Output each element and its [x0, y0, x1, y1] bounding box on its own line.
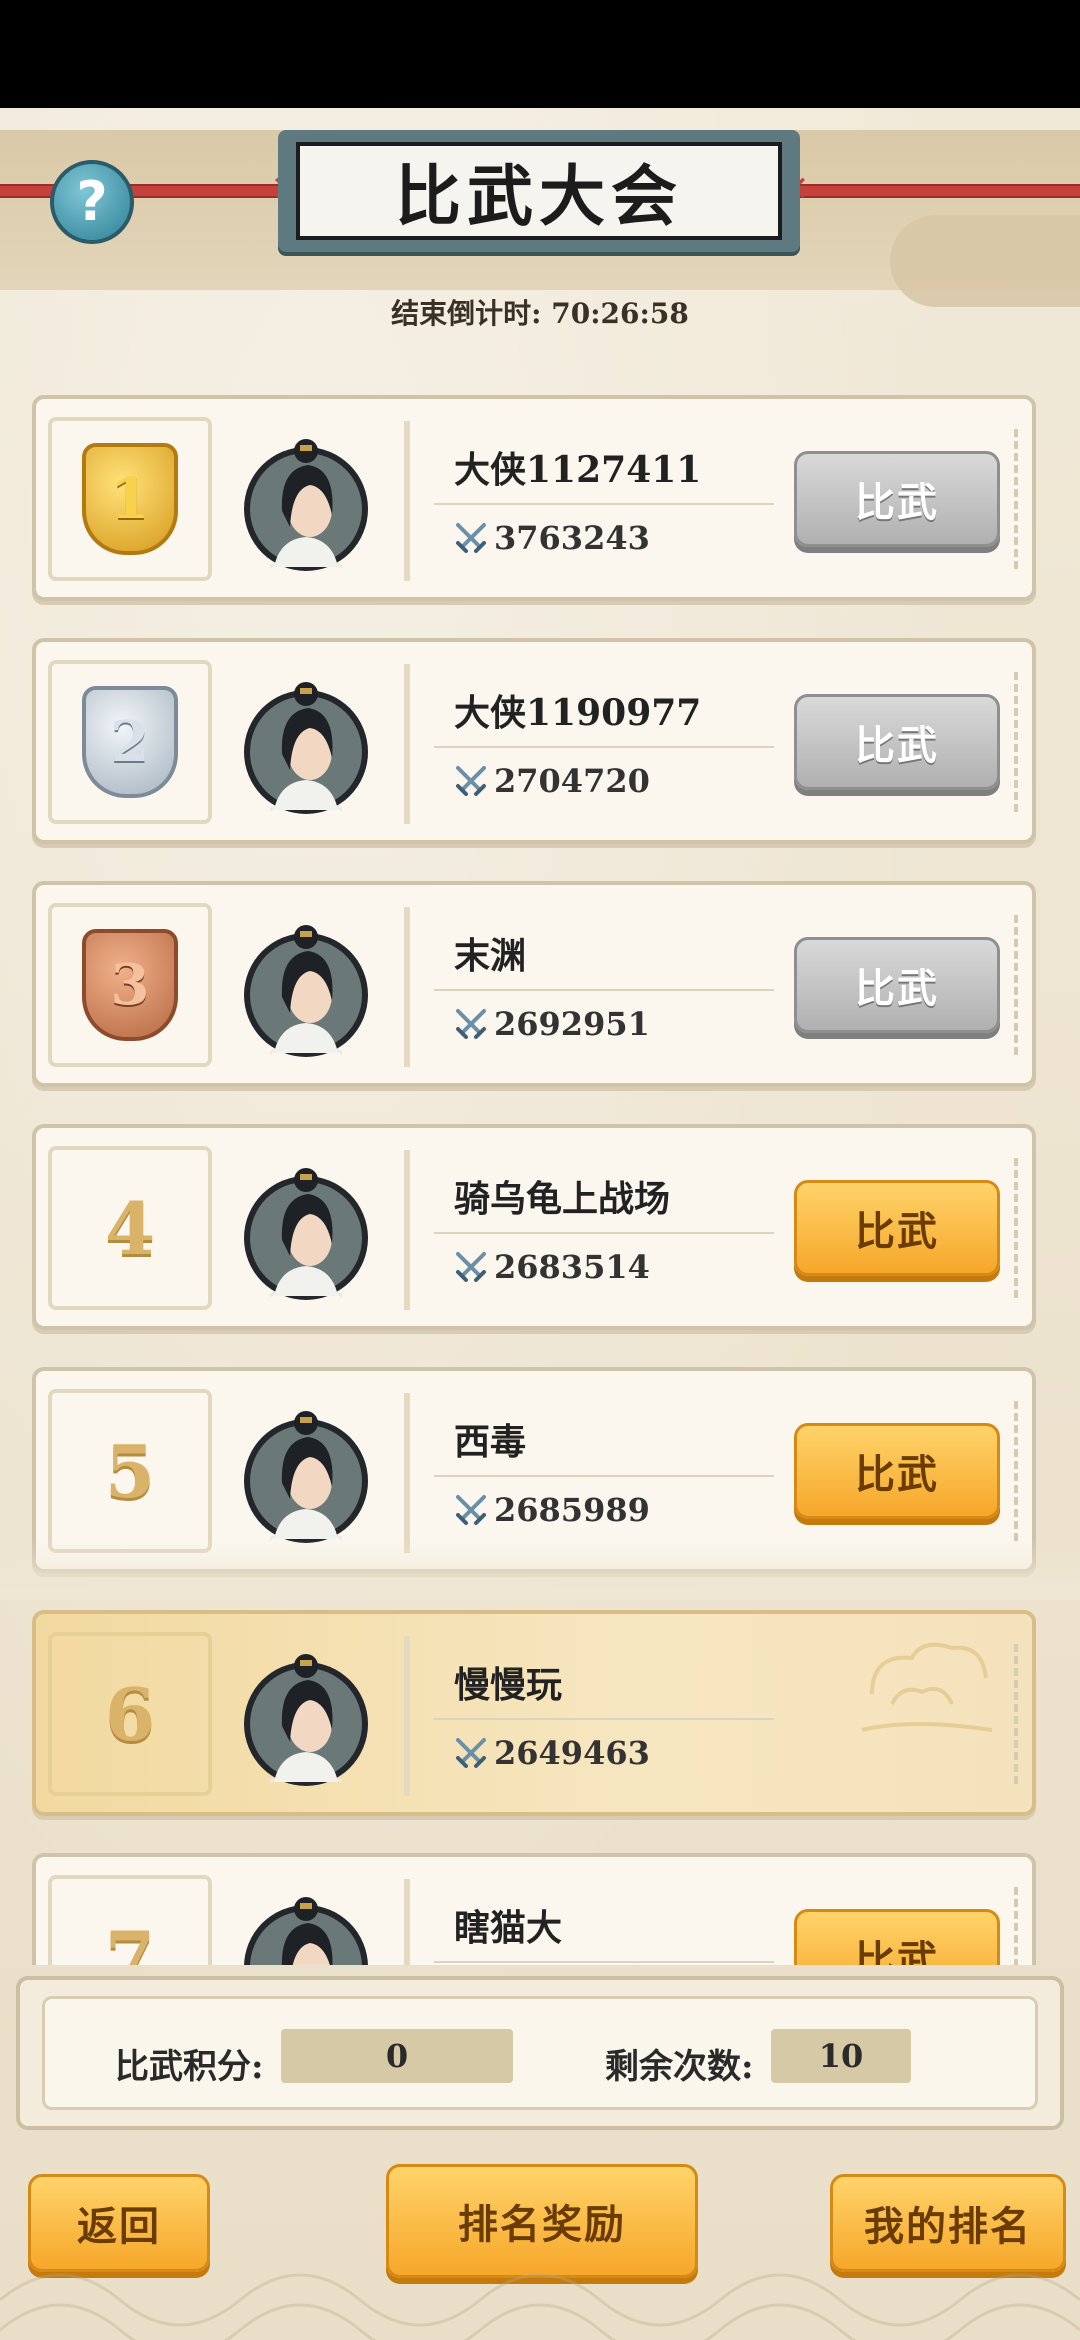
crossed-swords-icon	[454, 1250, 488, 1284]
rank-box: 6	[48, 1632, 212, 1796]
combat-power: 2649463	[454, 1734, 650, 1772]
question-mark-icon: ?	[76, 170, 108, 233]
rank-box: 5	[48, 1389, 212, 1553]
player-name: 大侠1190977	[454, 692, 702, 734]
ranking-card: 1 大侠1127411 3763243 比武	[32, 395, 1036, 601]
player-name: 大侠1127411	[454, 449, 702, 491]
rank-box: 7	[48, 1875, 212, 1965]
countdown-value: 70:26:58	[551, 297, 689, 330]
combat-power-value: 2649463	[494, 1734, 650, 1772]
divider	[404, 1879, 410, 1965]
avatar[interactable]	[240, 429, 372, 579]
rank-number: 6	[104, 1671, 156, 1757]
rank-box: 1	[48, 417, 212, 581]
combat-power-value: 2692951	[494, 1005, 650, 1043]
avatar[interactable]	[240, 915, 372, 1065]
combat-power: 3763243	[454, 519, 650, 557]
bronze-medal-icon: 3	[82, 929, 178, 1041]
player-name: 末渊	[454, 935, 527, 977]
rank-box: 2	[48, 660, 212, 824]
rank-box: 4	[48, 1146, 212, 1310]
divider	[434, 1475, 774, 1477]
divider	[404, 1636, 410, 1796]
challenge-button[interactable]: 比武	[794, 1909, 1000, 1965]
combat-power-value: 2704720	[494, 762, 650, 800]
player-name: 瞎猫大	[454, 1907, 563, 1949]
combat-power-value: 2685989	[494, 1491, 650, 1529]
avatar[interactable]	[240, 672, 372, 822]
remaining-label: 剩余次数:	[605, 2047, 754, 2087]
ranking-card: 7 瞎猫大 比武	[32, 1853, 1036, 1965]
avatar[interactable]	[240, 1644, 372, 1794]
crossed-swords-icon	[454, 1007, 488, 1041]
cloud-pattern-decoration	[861, 1642, 993, 1732]
divider	[404, 1150, 410, 1310]
crossed-swords-icon	[454, 521, 488, 555]
rank-number: 5	[104, 1428, 156, 1514]
divider	[434, 1232, 774, 1234]
challenge-button[interactable]: 比武	[794, 1423, 1000, 1519]
challenge-button[interactable]: 比武	[794, 937, 1000, 1033]
player-name: 西毒	[454, 1421, 527, 1463]
combat-power: 2692951	[454, 1005, 650, 1043]
score-value: 0	[281, 2029, 513, 2083]
crossed-swords-icon	[454, 1736, 488, 1770]
combat-power-value: 2683514	[494, 1248, 650, 1286]
help-button[interactable]: ?	[50, 160, 134, 244]
wave-pattern-decoration	[0, 2273, 1080, 2340]
rank-number: 3	[110, 952, 150, 1018]
challenge-button[interactable]: 比武	[794, 451, 1000, 547]
rank-number: 7	[104, 1914, 156, 1966]
avatar[interactable]	[240, 1401, 372, 1551]
remaining-value: 10	[771, 2029, 911, 2083]
divider	[434, 503, 774, 505]
divider	[404, 421, 410, 581]
combat-power: 2683514	[454, 1248, 650, 1286]
title-plaque: 比武大会	[278, 130, 800, 252]
player-name: 慢慢玩	[454, 1664, 563, 1706]
rank-number: 2	[110, 709, 150, 775]
rank-number: 4	[104, 1185, 156, 1271]
rank-box: 3	[48, 903, 212, 1067]
silver-medal-icon: 2	[82, 686, 178, 798]
avatar[interactable]	[240, 1887, 372, 1965]
divider	[434, 989, 774, 991]
ranking-card: 3 末渊 2692951 比武	[32, 881, 1036, 1087]
ranking-card: 6 慢慢玩 2649463	[32, 1610, 1036, 1816]
status-bar	[0, 0, 1080, 108]
divider	[434, 1718, 774, 1720]
page-title: 比武大会	[395, 157, 683, 235]
divider	[404, 664, 410, 824]
countdown-label: 结束倒计时:	[391, 297, 542, 330]
ranking-card: 2 大侠1190977 2704720 比武	[32, 638, 1036, 844]
crossed-swords-icon	[454, 1493, 488, 1527]
divider	[434, 746, 774, 748]
crossed-swords-icon	[454, 764, 488, 798]
avatar[interactable]	[240, 1158, 372, 1308]
divider	[404, 907, 410, 1067]
score-label: 比武积分:	[115, 2047, 264, 2087]
combat-power: 2704720	[454, 762, 650, 800]
divider	[434, 1961, 774, 1963]
ranking-list[interactable]: 1 大侠1127411 3763243 比武 2 大侠1190977 27047…	[32, 395, 1042, 1965]
list-fade	[0, 1540, 1080, 1600]
combat-power: 2685989	[454, 1491, 650, 1529]
challenge-button[interactable]: 比武	[794, 1180, 1000, 1276]
ranking-card: 4 骑乌龟上战场 2683514 比武	[32, 1124, 1036, 1330]
divider	[404, 1393, 410, 1553]
combat-power-value: 3763243	[494, 519, 650, 557]
stats-panel: 比武积分: 0 剩余次数: 10	[16, 1976, 1064, 2130]
rank-number: 1	[110, 466, 150, 532]
challenge-button[interactable]: 比武	[794, 694, 1000, 790]
player-name: 骑乌龟上战场	[454, 1178, 671, 1220]
gold-medal-icon: 1	[82, 443, 178, 555]
countdown: 结束倒计时: 70:26:58	[0, 292, 1080, 332]
